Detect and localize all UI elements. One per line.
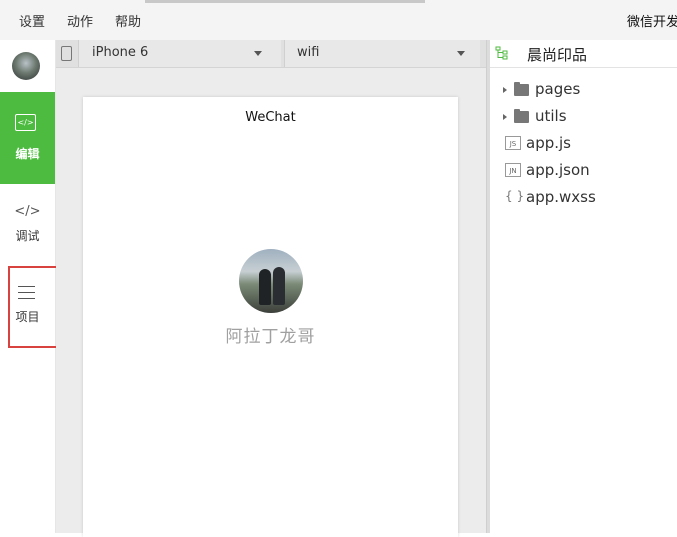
file-explorer: 晨尚印品 pages utils JS app.js JN app.json {… (490, 40, 677, 533)
device-select[interactable]: iPhone 6 (78, 40, 281, 67)
menu-actions[interactable]: 动作 (67, 11, 93, 30)
project-name: 晨尚印品 (527, 46, 588, 64)
expand-arrow-icon[interactable] (503, 87, 507, 93)
tree-item-label: pages (535, 80, 581, 98)
file-explorer-header: 晨尚印品 (490, 40, 677, 68)
tree-item-label: app.json (526, 161, 590, 179)
menu-settings[interactable]: 设置 (19, 11, 45, 30)
user-nickname: 阿拉丁龙哥 (225, 327, 316, 347)
style-file-icon: { } (505, 189, 525, 203)
debug-code-icon: </> (14, 204, 41, 219)
chevron-down-icon (457, 51, 465, 56)
sidebar-item-edit[interactable]: </> 编辑 (0, 92, 55, 184)
code-icon: </> (15, 114, 36, 131)
device-select-value: iPhone 6 (92, 45, 149, 60)
sidebar-item-label: 编辑 (15, 147, 40, 161)
tree-item-label: app.js (526, 134, 571, 152)
js-file-icon: JS (505, 136, 521, 150)
tree-item-label: utils (535, 107, 567, 125)
nav-bar-title: WeChat (245, 110, 296, 125)
tree-item-file[interactable]: { } app.wxss (490, 187, 677, 211)
menu-help[interactable]: 帮助 (115, 11, 141, 30)
sidebar-item-debug[interactable]: </> 调试 (0, 200, 55, 250)
app-title: 微信开发 (626, 15, 677, 30)
sidebar-item-label: 调试 (15, 229, 40, 243)
menu-bar: 设置 动作 帮助 微信开发 (0, 0, 677, 40)
simulator-panel: iPhone 6 wifi WeChat 阿拉丁龙哥 (56, 40, 486, 537)
simulator-toolbar: iPhone 6 wifi (56, 40, 486, 68)
json-file-icon: JN (505, 163, 521, 177)
network-select-value: wifi (297, 45, 320, 60)
window-drag-strip (145, 0, 425, 3)
folder-icon (514, 109, 529, 123)
expand-arrow-icon[interactable] (503, 114, 507, 120)
user-avatar-small[interactable] (12, 52, 40, 80)
phone-screen: WeChat 阿拉丁龙哥 (83, 97, 458, 537)
tree-item-file[interactable]: JS app.js (490, 133, 677, 157)
tree-item-folder[interactable]: pages (490, 79, 677, 103)
chevron-down-icon (254, 51, 262, 56)
folder-icon (514, 82, 529, 96)
user-avatar[interactable] (239, 249, 303, 313)
network-select[interactable]: wifi (284, 40, 480, 67)
tree-item-folder[interactable]: utils (490, 106, 677, 130)
file-tree-icon[interactable] (495, 46, 509, 60)
tree-item-label: app.wxss (526, 188, 596, 206)
phone-icon[interactable] (61, 46, 72, 61)
tree-item-file[interactable]: JN app.json (490, 160, 677, 184)
